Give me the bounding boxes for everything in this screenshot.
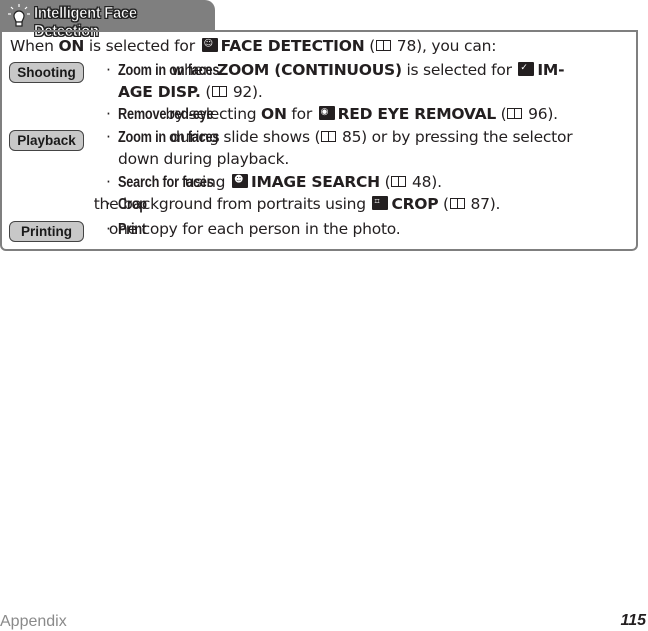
book-reference-icon [376,40,392,51]
list-item: · Zoom in on faces when ZOOM (CONTINUOUS)… [106,61,565,79]
intro-text: When ON is selected for ☺ FACE DETECTION … [10,37,497,55]
section-tab: Intelligent Face Detection [0,0,215,40]
red-eye-icon: ◉ [318,106,335,120]
footer-section: Appendix [0,613,67,630]
book-reference-icon [507,108,523,119]
list-item: · Search for faces using ☻ IMAGE SEARCH ( … [106,173,442,191]
crop-icon: ⌗ [372,196,389,210]
page-number: 115 [620,612,646,629]
info-box: When ON is selected for ☺ FACE DETECTION … [0,30,638,251]
book-reference-icon [321,131,337,142]
list-item-continuation: down during playback. [118,150,290,168]
book-reference-icon [449,198,465,209]
printing-label: Printing [9,221,84,242]
list-item: · Print one copy for each person in the p… [104,220,401,238]
shooting-label: Shooting [9,62,84,83]
book-reference-icon [391,176,407,187]
image-display-icon: ✓ [518,62,535,76]
face-detection-icon: ☺ [201,38,218,52]
list-item-continuation: AGE DISP. ( 92). [118,83,263,101]
lightbulb-icon [8,4,30,27]
playback-label: Playback [9,130,84,151]
list-item: · Remove red-eye by selecting ON for ◉ RED… [106,105,558,123]
image-search-icon: ☻ [231,174,248,188]
book-reference-icon [212,86,228,97]
list-item: · Zoom in on faces during slide shows ( 8… [106,128,573,146]
list-item: · Crop the background from portraits usin… [89,195,501,213]
